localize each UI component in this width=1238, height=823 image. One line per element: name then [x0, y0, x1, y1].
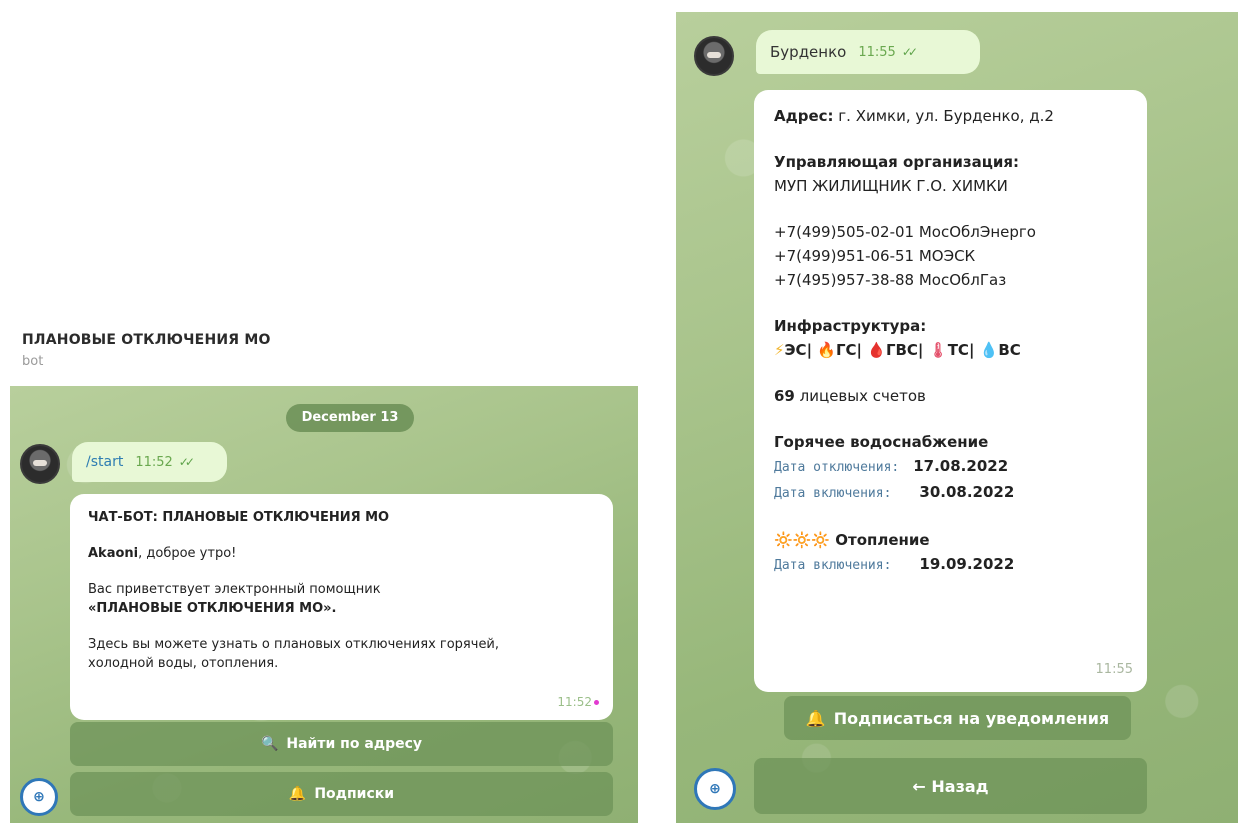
- infra-vs: ВС: [998, 341, 1021, 359]
- infra-gvs: ГВС|: [885, 341, 924, 359]
- user-name: Akaoni: [88, 546, 139, 561]
- search-icon: 🔍: [260, 736, 279, 752]
- accounts-count: 69: [774, 387, 795, 405]
- outgoing-message[interactable]: /start 11:52 ✓✓: [72, 442, 227, 482]
- off-date-line: Дата отключения: 17.08.2022: [774, 454, 1127, 480]
- bell-icon: 🔔: [805, 708, 826, 728]
- phone-entry[interactable]: +7(499)951-06-51 МОЭСК: [774, 244, 1127, 268]
- greeting: Akaoni, доброе утро!: [88, 544, 595, 563]
- on-date-line: Дата включения: 30.08.2022: [774, 480, 1127, 506]
- button-label: Подписаться на уведомления: [833, 708, 1110, 728]
- bot-menu-icon[interactable]: ⊕: [694, 768, 736, 810]
- address-label: Адрес:: [774, 107, 834, 125]
- off-date-value: 17.08.2022: [913, 457, 1009, 475]
- double-check-icon: ✓✓: [901, 45, 918, 59]
- accounts-label: лицевых счетов: [794, 387, 926, 405]
- sun-icons: 🔆🔆🔆: [774, 531, 831, 549]
- button-label: Найти по адресу: [286, 736, 423, 752]
- on-date-value: 30.08.2022: [919, 483, 1015, 501]
- chat-header[interactable]: ПЛАНОВЫЕ ОТКЛЮЧЕНИЯ МО bot: [22, 332, 271, 369]
- command-text[interactable]: /start: [86, 454, 123, 470]
- subscriptions-button[interactable]: 🔔 Подписки: [70, 772, 613, 816]
- double-check-icon: ✓✓: [178, 455, 195, 469]
- phone-entry[interactable]: +7(495)957-38-88 МосОблГаз: [774, 268, 1127, 292]
- blood-drop-icon: 🩸: [867, 341, 886, 359]
- chat-subtitle: bot: [22, 354, 44, 369]
- off-date-label: Дата отключения:: [774, 460, 900, 475]
- intro: Вас приветствует электронный помощник «ПЛ…: [88, 580, 595, 618]
- outgoing-message[interactable]: Бурденко 11:55 ✓✓: [756, 30, 980, 74]
- bell-icon: 🔔: [288, 786, 307, 802]
- water-drop-icon: 💧: [979, 341, 999, 359]
- subscribe-notifications-button[interactable]: 🔔 Подписаться на уведомления: [784, 696, 1131, 740]
- thermometer-icon: 🌡: [928, 341, 948, 359]
- hot-water-label: Горячее водоснабжение: [774, 433, 989, 451]
- status-dot-icon: [594, 700, 599, 705]
- infra-es: ЭС|: [784, 341, 813, 359]
- time-text: 11:52: [557, 695, 592, 709]
- avatar[interactable]: [20, 444, 60, 484]
- chat-title: ПЛАНОВЫЕ ОТКЛЮЧЕНИЯ МО: [22, 332, 271, 348]
- message-time: 11:52: [557, 693, 599, 712]
- heating-on-label: Дата включения:: [774, 558, 892, 573]
- greeting-rest: , доброе утро!: [138, 546, 237, 561]
- infra-label: Инфраструктура:: [774, 317, 927, 335]
- right-chat-area: Бурденко 11:55 ✓✓ Адрес: г. Химки, ул. Б…: [676, 12, 1238, 823]
- description: Здесь вы можете узнать о плановых отключ…: [88, 635, 595, 673]
- button-label: Подписки: [314, 786, 395, 802]
- intro-line: Вас приветствует электронный помощник: [88, 582, 381, 597]
- bot-brand: «ПЛАНОВЫЕ ОТКЛЮЧЕНИЯ МО».: [88, 601, 337, 616]
- heating-on-line: Дата включения: 19.09.2022: [774, 552, 1127, 578]
- avatar[interactable]: [694, 36, 734, 76]
- back-button[interactable]: ← Назад: [754, 758, 1147, 814]
- infra-ts: ТС|: [947, 341, 975, 359]
- message-time: 11:52: [135, 454, 173, 470]
- on-date-label: Дата включения:: [774, 486, 892, 501]
- desc-line-1: Здесь вы можете узнать о плановых отключ…: [88, 637, 500, 652]
- message-time: 11:55: [858, 44, 896, 60]
- accounts-line: 69 лицевых счетов: [774, 384, 1127, 408]
- bot-message[interactable]: ЧАТ-БОТ: ПЛАНОВЫЕ ОТКЛЮЧЕНИЯ МО Akaoni, …: [70, 494, 613, 720]
- heating-label: Отопление: [830, 531, 930, 549]
- lightning-icon: ⚡: [774, 341, 785, 359]
- message-time: 11:55: [1095, 662, 1133, 677]
- heating-on-value: 19.09.2022: [919, 555, 1015, 573]
- heating-line: 🔆🔆🔆 Отопление: [774, 528, 1127, 552]
- bot-menu-icon[interactable]: ⊕: [20, 778, 58, 816]
- message-text: Бурденко: [770, 43, 847, 61]
- infra-gs: ГС|: [835, 341, 863, 359]
- address-value: г. Химки, ул. Бурденко, д.2: [833, 107, 1054, 125]
- left-chat-area: December 13 /start 11:52 ✓✓ ЧАТ-БОТ: ПЛА…: [10, 386, 638, 823]
- message-title: ЧАТ-БОТ: ПЛАНОВЫЕ ОТКЛЮЧЕНИЯ МО: [88, 510, 390, 525]
- org-value: МУП ЖИЛИЩНИК Г.О. ХИМКИ: [774, 177, 1008, 195]
- address-line: Адрес: г. Химки, ул. Бурденко, д.2: [774, 104, 1127, 128]
- org-label: Управляющая организация:: [774, 153, 1020, 171]
- find-by-address-button[interactable]: 🔍 Найти по адресу: [70, 722, 613, 766]
- infra-list: ⚡ЭС| 🔥ГС| 🩸ГВС| 🌡ТС| 💧ВС: [774, 338, 1127, 362]
- phone-entry[interactable]: +7(499)505-02-01 МосОблЭнерго: [774, 220, 1127, 244]
- bot-address-message[interactable]: Адрес: г. Химки, ул. Бурденко, д.2 Управ…: [754, 90, 1147, 692]
- button-label: ← Назад: [912, 776, 989, 796]
- date-pill: December 13: [286, 404, 414, 432]
- desc-line-2: холодной воды, отопления.: [88, 656, 279, 671]
- fire-icon: 🔥: [817, 341, 836, 359]
